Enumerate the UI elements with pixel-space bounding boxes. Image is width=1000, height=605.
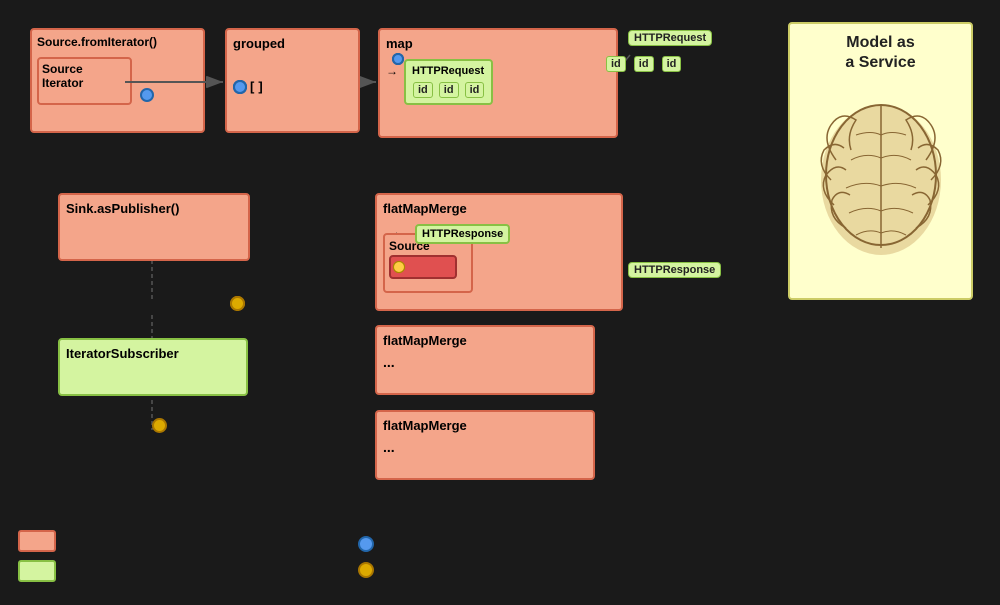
id-badge-3: id	[465, 82, 485, 98]
iterator-subscriber-box: IteratorSubscriber	[58, 338, 248, 396]
yellow-dot-single	[152, 418, 167, 433]
yellow-dot-legend	[358, 562, 374, 578]
flatmap-merge-3-label: flatMapMerge	[383, 418, 587, 433]
http-request-label-map: HTTPRequest	[412, 65, 485, 77]
iterator-subscriber-label: IteratorSubscriber	[66, 346, 240, 361]
yellow-dot-3	[230, 296, 245, 311]
id-badge-2: id	[439, 82, 459, 98]
id-top-2: id	[634, 56, 654, 72]
bracket-close: ]	[258, 79, 262, 94]
diagram-canvas: Source.fromIterator() Source Iterator gr…	[0, 0, 1000, 605]
http-request-box-map: HTTPRequest id id id	[404, 59, 493, 105]
flatmap-merge-3-box: flatMapMerge ...	[375, 410, 595, 480]
map-arrow: →	[386, 64, 398, 78]
model-box: Model as a Service	[788, 22, 973, 300]
id-top-1: id	[606, 56, 626, 72]
map-label: map	[386, 36, 610, 51]
dot-red-3	[393, 261, 405, 273]
flatmap-merge-3-dots: ...	[383, 439, 587, 455]
grouped-box: grouped → [ ]	[225, 28, 360, 133]
legend-salmon	[18, 530, 56, 552]
flatmap-merge-1-box: flatMapMerge Source ← i	[375, 193, 623, 311]
id-badge-1: id	[413, 82, 433, 98]
source-from-iterator-box: Source.fromIterator() Source Iterator	[30, 28, 205, 133]
sink-publisher-label: Sink.asPublisher()	[66, 201, 242, 216]
flatmap-merge-2-box: flatMapMerge ...	[375, 325, 595, 395]
id-row-top: id id id	[605, 55, 682, 73]
flatmap-merge-2-dots: ...	[383, 354, 587, 370]
source-label: Source	[42, 62, 127, 76]
legend-green	[18, 560, 56, 582]
model-title-2: a Service	[800, 54, 961, 72]
map-box: map → HTTPRequest id id id	[378, 28, 618, 138]
http-response-right-badge: HTTPResponse	[628, 262, 721, 278]
flatmap-source-dots-box	[389, 255, 457, 279]
flatmap-merge-1-label: flatMapMerge	[383, 201, 615, 216]
iterator-label: Iterator	[42, 76, 127, 90]
http-response-badge-flatmap: HTTPResponse	[415, 224, 510, 244]
brain-icon	[806, 80, 956, 270]
blue-dot-legend	[358, 536, 374, 552]
blue-dot-m4	[392, 53, 404, 65]
blue-dot-g7	[233, 80, 247, 94]
blue-dot-source	[140, 88, 154, 102]
source-from-iterator-label: Source.fromIterator()	[37, 35, 198, 49]
flatmap-merge-2-label: flatMapMerge	[383, 333, 587, 348]
http-request-top-badge: HTTPRequest	[628, 30, 712, 46]
grouped-label: grouped	[233, 36, 352, 51]
source-iterator-inner-box: Source Iterator	[37, 57, 132, 105]
bracket-open: [	[250, 79, 254, 94]
id-top-3: id	[662, 56, 682, 72]
model-title-1: Model as	[800, 34, 961, 52]
sink-publisher-box: Sink.asPublisher()	[58, 193, 250, 261]
